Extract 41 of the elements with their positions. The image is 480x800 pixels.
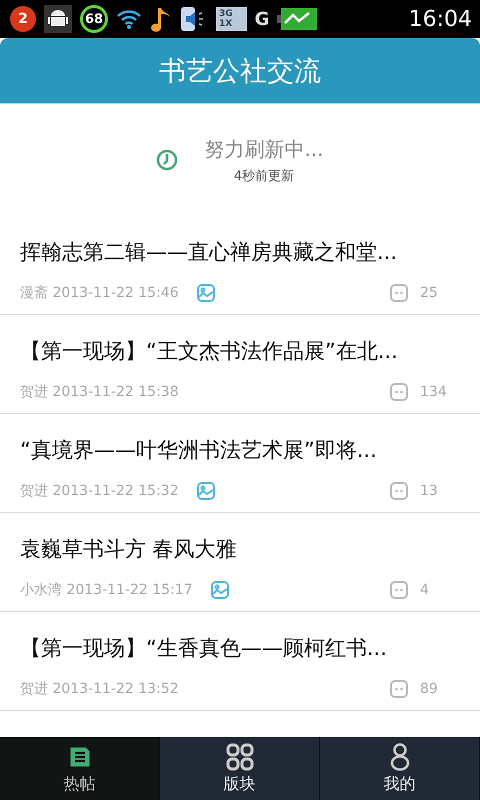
android-icon	[44, 5, 72, 33]
music-note-icon	[150, 6, 172, 32]
post-title: “真境界——叶华洲书法艺术展”即将...	[20, 437, 378, 464]
post-list-item[interactable]: 【第一现场】“生香真色——顾柯红书... 贺进 2013-11-22 13:52 89	[0, 612, 480, 711]
post-list-item[interactable]: 袁巍草书斗方 春风大雅 小水湾 2013-11-22 15:17 4	[0, 513, 480, 612]
grid-icon	[226, 742, 254, 770]
comment-icon	[390, 482, 408, 500]
last-updated-text: 4秒前更新	[234, 168, 294, 184]
comment-count: 89	[420, 681, 438, 697]
post-title: 【第一现场】“王文杰书法作品展”在北...	[20, 338, 399, 365]
clock-icon	[156, 149, 178, 171]
post-author-time: 小水湾 2013-11-22 15:17	[20, 581, 193, 599]
post-list-item[interactable]: 挥翰志第二辑——直心禅房典藏之和堂... 漫斋 2013-11-22 15:46 25	[0, 216, 480, 315]
comment-count: 134	[420, 384, 447, 400]
comment-icon	[390, 383, 408, 401]
comment-icon	[390, 284, 408, 302]
post-title: 袁巍草书斗方 春风大雅	[20, 536, 238, 563]
wifi-icon	[116, 8, 142, 30]
network-indicator: 3G 1X	[216, 7, 247, 31]
comment-icon	[390, 581, 408, 599]
post-author-time: 贺进 2013-11-22 15:38	[20, 383, 179, 401]
comment-count: 25	[420, 285, 438, 301]
notification-badge: 2	[10, 6, 36, 32]
clock-time: 16:04	[408, 6, 472, 32]
tab-bar-item[interactable]: 热帖	[0, 737, 160, 800]
post-list-item[interactable]: “真境界——叶华洲书法艺术展”即将... 贺进 2013-11-22 15:32 13	[0, 414, 480, 513]
comment-icon	[390, 680, 408, 698]
post-author-time: 贺进 2013-11-22 15:32	[20, 482, 179, 500]
app-title-bar: 书艺公社交流	[0, 38, 480, 104]
battery-icon	[277, 7, 318, 31]
signal-indicator: G	[254, 8, 270, 30]
post-author-time: 漫斋 2013-11-22 15:46	[20, 284, 179, 302]
post-author-time: 贺进 2013-11-22 13:52	[20, 680, 179, 698]
post-title: 【第一现场】“生香真色——顾柯红书...	[20, 635, 388, 662]
user-icon	[390, 742, 410, 770]
battery-saver-indicator: 68	[80, 5, 108, 33]
post-title: 挥翰志第二辑——直心禅房典藏之和堂...	[20, 239, 398, 266]
post-list-item[interactable]: 【第一现场】“王文杰书法作品展”在北... 贺进 2013-11-22 15:38 134	[0, 315, 480, 414]
comment-count: 13	[420, 483, 438, 499]
comment-count: 4	[420, 582, 429, 598]
refresh-status: 努力刷新中...	[204, 136, 324, 162]
